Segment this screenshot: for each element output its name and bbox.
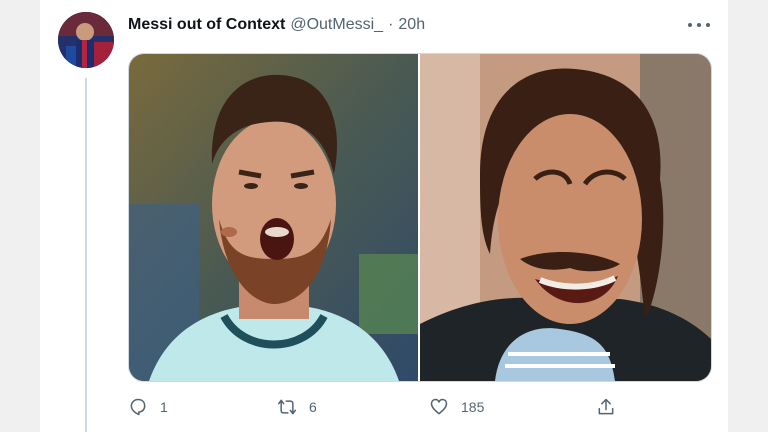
share-icon: [598, 398, 614, 415]
retweet-icon: [277, 399, 297, 415]
separator: ·: [388, 16, 394, 33]
reply-count: 1: [160, 399, 168, 415]
share-button[interactable]: [596, 392, 616, 422]
like-count: 185: [461, 399, 485, 415]
media-photo-left[interactable]: [129, 54, 418, 381]
page-backdrop-right: [728, 0, 768, 432]
reply-icon: [130, 398, 146, 416]
tweet-actions: 1 6 185: [0, 392, 768, 422]
media-photo-right[interactable]: [420, 54, 711, 381]
more-dot: [706, 23, 710, 27]
reply-button[interactable]: 1: [128, 392, 168, 422]
avatar-image: [58, 12, 114, 68]
retweet-button[interactable]: 6: [277, 392, 317, 422]
avatar[interactable]: [58, 12, 114, 68]
user-handle[interactable]: @OutMessi_: [290, 16, 383, 34]
display-name[interactable]: Messi out of Context: [128, 16, 285, 34]
thread-line: [85, 78, 87, 432]
retweet-count: 6: [309, 399, 317, 415]
timestamp[interactable]: 20h: [398, 16, 425, 34]
heart-icon: [430, 398, 448, 415]
more-horizontal-icon: [688, 23, 692, 27]
more-dot: [697, 23, 701, 27]
like-button[interactable]: 185: [429, 392, 484, 422]
page-backdrop-left: [0, 0, 40, 432]
more-options-button[interactable]: [688, 16, 710, 34]
tweet-media[interactable]: [128, 53, 712, 382]
tweet-header: Messi out of Context @OutMessi_ · 20h: [128, 14, 425, 36]
